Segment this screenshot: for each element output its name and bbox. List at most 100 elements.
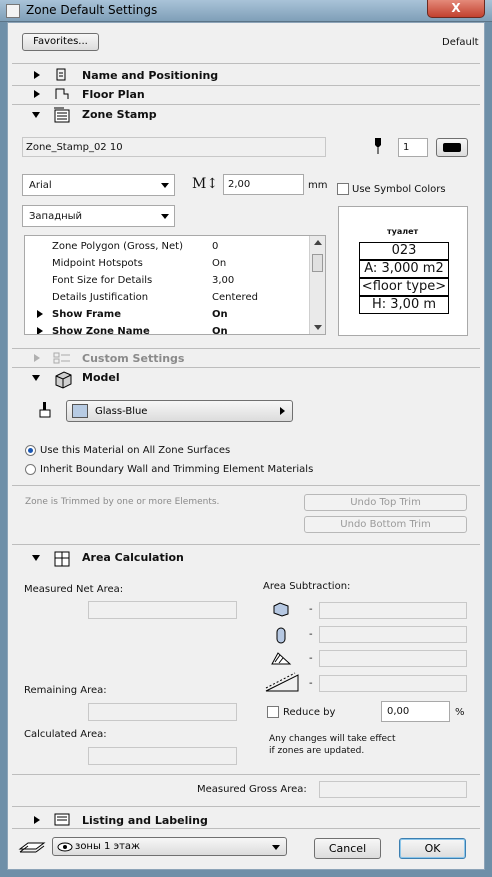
measured-gross-area-field	[319, 781, 467, 798]
dash-label: -	[309, 678, 313, 689]
preview-floor-type: <floor type>	[359, 278, 449, 296]
stamp-name-field[interactable]: Zone_Stamp_02 10	[22, 137, 326, 157]
expand-triangle-icon[interactable]	[37, 327, 43, 334]
wall-subtraction-icon	[273, 602, 289, 617]
material-swatch	[72, 404, 88, 418]
remaining-area-field	[88, 703, 237, 721]
reduce-by-label[interactable]: Reduce by	[283, 707, 335, 718]
expand-triangle-icon[interactable]	[34, 71, 40, 79]
radio-inherit-materials-label[interactable]: Inherit Boundary Wall and Trimming Eleme…	[40, 464, 313, 475]
layer-dropdown[interactable]: зоны 1 этаж	[52, 837, 287, 856]
radio-use-material-all-label[interactable]: Use this Material on All Zone Surfaces	[40, 445, 230, 456]
pen-color-button[interactable]	[436, 138, 468, 157]
font-size-icon: M↕	[192, 176, 219, 192]
pen-icon	[375, 138, 381, 154]
chevron-down-icon	[272, 845, 280, 850]
parameter-row[interactable]: Midpoint Hotspots On	[25, 255, 315, 272]
parameter-value[interactable]: On	[212, 326, 228, 334]
script-dropdown[interactable]: Западный	[22, 205, 175, 227]
undo-top-trim-button[interactable]: Undo Top Trim	[304, 494, 467, 511]
section-area-calculation[interactable]: Area Calculation	[82, 551, 184, 564]
parameter-row[interactable]: Details Justification Centered	[25, 289, 315, 306]
undo-bottom-trim-button[interactable]: Undo Bottom Trim	[304, 516, 467, 533]
section-model[interactable]: Model	[82, 371, 120, 384]
stamp-parameter-list[interactable]: Zone Polygon (Gross, Net) 0 Midpoint Hotsp…	[24, 235, 326, 335]
parameter-value[interactable]: Centered	[212, 292, 258, 303]
font-size-input[interactable]: 2,00	[223, 174, 304, 195]
update-note-line1: Any changes will take effect	[269, 734, 396, 744]
wall-subtraction-field	[319, 602, 467, 619]
dash-label: -	[309, 653, 313, 664]
parameter-row[interactable]: Font Size for Details 3,00	[25, 272, 315, 289]
calculated-area-field	[88, 747, 237, 765]
default-label: Default	[442, 37, 479, 48]
list-scrollbar[interactable]	[309, 236, 325, 334]
update-note-line2: if zones are updated.	[269, 746, 365, 756]
pen-number-input[interactable]: 1	[398, 138, 428, 157]
trimmed-note: Zone is Trimmed by one or more Elements.	[25, 497, 220, 507]
dash-label: -	[309, 604, 313, 615]
parameter-value[interactable]: 3,00	[212, 275, 234, 286]
submenu-arrow-icon	[280, 407, 285, 415]
font-size-unit: mm	[308, 180, 328, 191]
area-calculation-icon	[54, 551, 70, 567]
expand-triangle-icon[interactable]	[34, 90, 40, 98]
cancel-button[interactable]: Cancel	[314, 838, 381, 859]
reduce-by-input[interactable]: 0,00	[381, 701, 450, 722]
window-title: Zone Default Settings	[26, 3, 158, 17]
dash-label: -	[309, 629, 313, 640]
measured-net-area-field	[88, 601, 237, 619]
custom-settings-icon	[53, 352, 70, 364]
section-name-positioning[interactable]: Name and Positioning	[82, 69, 218, 82]
column-subtraction-icon	[276, 627, 286, 644]
parameter-row[interactable]: Show Frame On	[25, 306, 315, 323]
expand-triangle-icon[interactable]	[37, 310, 43, 318]
parameter-name: Show Frame	[52, 309, 121, 320]
parameter-row[interactable]: Zone Polygon (Gross, Net) 0	[25, 238, 315, 255]
parameter-row[interactable]: Show Zone Name On	[25, 323, 315, 335]
use-symbol-colors-label[interactable]: Use Symbol Colors	[352, 184, 446, 195]
listing-labeling-icon	[54, 813, 70, 826]
measured-gross-area-label: Measured Gross Area:	[197, 784, 307, 795]
roof-subtraction-field	[319, 675, 467, 692]
section-listing-labeling[interactable]: Listing and Labeling	[82, 814, 208, 827]
section-zone-stamp[interactable]: Zone Stamp	[82, 108, 157, 121]
parameter-value[interactable]: On	[212, 309, 228, 320]
parameter-name: Font Size for Details	[52, 275, 153, 286]
parameter-name: Zone Polygon (Gross, Net)	[52, 241, 184, 252]
close-button[interactable]: X	[427, 0, 485, 18]
ok-button[interactable]: OK	[399, 838, 466, 859]
preview-zone-name: туалет	[387, 227, 419, 236]
fill-subtraction-icon	[271, 652, 292, 665]
parameter-name: Show Zone Name	[52, 326, 150, 335]
preview-area: A: 3,000 m2	[359, 260, 449, 278]
roof-subtraction-icon	[265, 672, 299, 692]
parameter-name: Midpoint Hotspots	[52, 258, 143, 269]
parameter-value[interactable]: 0	[212, 241, 218, 252]
percent-label: %	[455, 707, 465, 718]
expand-triangle-icon[interactable]	[34, 816, 40, 824]
favorites-button[interactable]: Favorites...	[22, 33, 99, 51]
radio-inherit-materials[interactable]	[25, 464, 36, 475]
section-custom-settings: Custom Settings	[82, 352, 185, 365]
zone-stamp-icon	[54, 107, 70, 123]
font-dropdown[interactable]: Arial	[22, 174, 175, 196]
eye-icon	[57, 842, 73, 852]
collapse-triangle-icon[interactable]	[32, 555, 40, 561]
reduce-by-checkbox[interactable]	[267, 706, 279, 718]
collapse-triangle-icon[interactable]	[32, 375, 40, 381]
app-icon	[6, 4, 20, 18]
area-subtraction-label: Area Subtraction:	[263, 581, 351, 592]
section-floor-plan[interactable]: Floor Plan	[82, 88, 145, 101]
use-symbol-colors-checkbox[interactable]	[337, 183, 349, 195]
parameter-value[interactable]: On	[212, 258, 226, 269]
remaining-area-label: Remaining Area:	[24, 685, 107, 696]
collapse-triangle-icon[interactable]	[32, 112, 40, 118]
material-picker[interactable]: Glass-Blue	[66, 400, 293, 422]
parameter-name: Details Justification	[52, 292, 149, 303]
column-subtraction-field	[319, 626, 467, 643]
layer-icon	[18, 842, 46, 853]
radio-use-material-all[interactable]	[25, 445, 36, 456]
calculated-area-label: Calculated Area:	[24, 729, 107, 740]
floor-plan-icon	[55, 88, 69, 99]
